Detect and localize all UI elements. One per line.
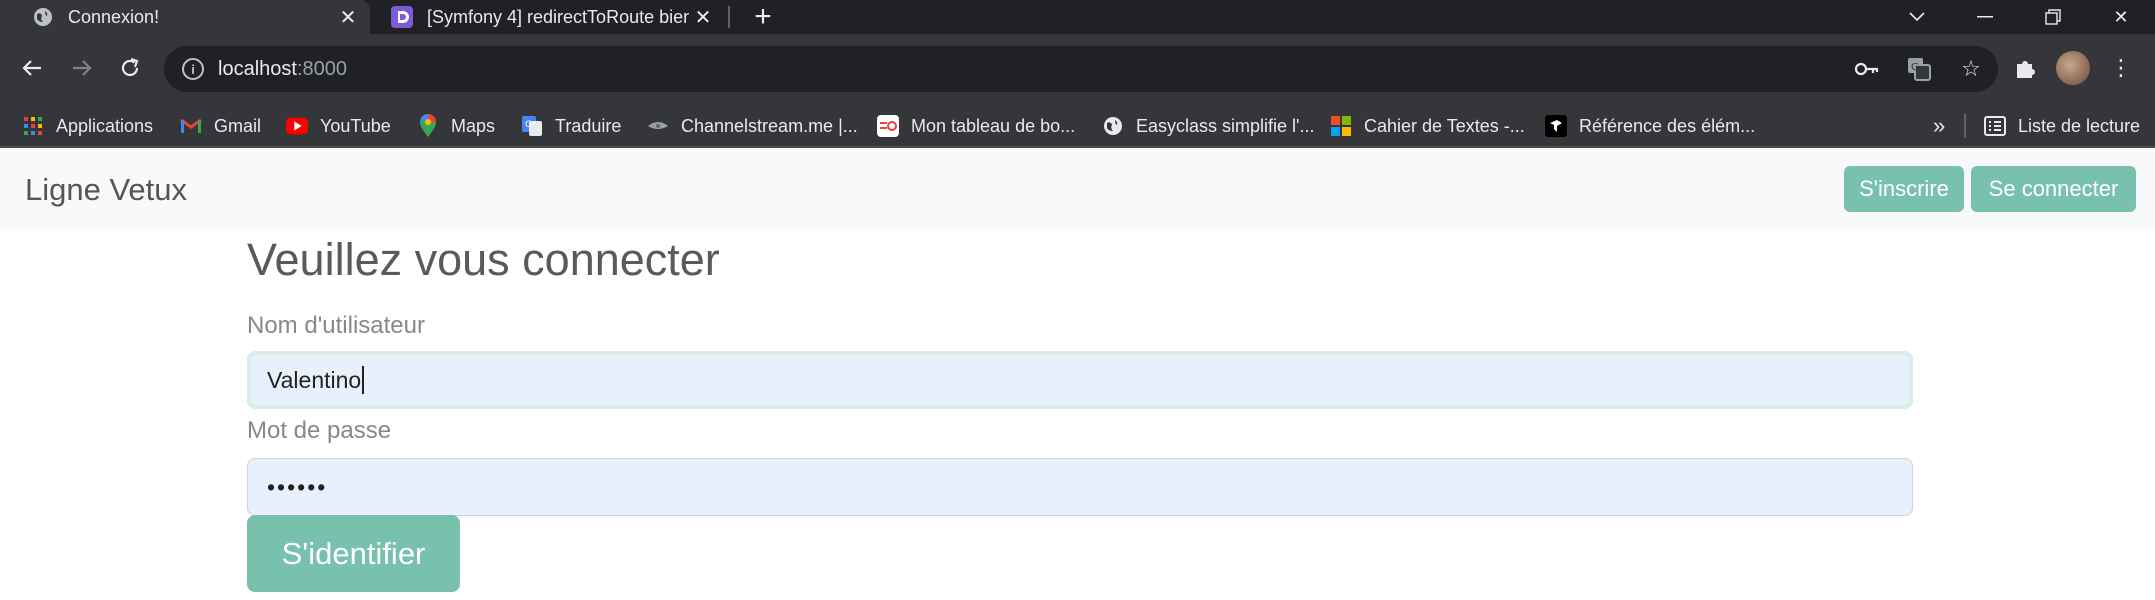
site-info-icon[interactable]: i xyxy=(182,58,204,80)
bookmark-channelstream[interactable]: Channelstream.me |... xyxy=(647,104,858,148)
tab-strip: Connexion! ✕ [Symfony 4] redirectToRoute… xyxy=(0,0,2155,34)
bookmark-label: Maps xyxy=(451,115,496,136)
bookmark-tableau[interactable]: Mon tableau de bo... xyxy=(877,104,1075,148)
address-bar-actions: G ☆ xyxy=(1852,46,1986,92)
youtube-icon xyxy=(286,115,308,137)
minimize-icon[interactable] xyxy=(1951,0,2019,34)
bookmark-label: Référence des élém... xyxy=(1579,115,1756,136)
back-icon[interactable] xyxy=(12,48,52,88)
bookmark-traduire[interactable]: G Traduire xyxy=(521,104,621,148)
tab-separator xyxy=(728,6,730,28)
address-bar[interactable]: i localhost :8000 G ☆ xyxy=(164,46,1998,92)
tab-title: Connexion! xyxy=(68,6,160,27)
key-icon[interactable] xyxy=(1852,54,1882,84)
svg-text:G: G xyxy=(525,120,532,130)
password-value: •••••• xyxy=(267,473,328,500)
channelstream-icon xyxy=(647,115,669,137)
close-window-icon[interactable]: ✕ xyxy=(2087,0,2155,34)
reading-list-button[interactable]: Liste de lecture xyxy=(1984,104,2140,148)
bookmark-easyclass[interactable]: Easyclass simplifie l'... xyxy=(1102,104,1314,148)
toolbar-right: ⋮ xyxy=(2010,48,2136,88)
bookmark-label: Channelstream.me |... xyxy=(681,115,858,136)
gmail-icon xyxy=(180,115,202,137)
forward-icon[interactable] xyxy=(62,48,102,88)
extensions-puzzle-icon[interactable] xyxy=(2010,53,2040,83)
bookmark-gmail[interactable]: Gmail xyxy=(180,104,261,148)
tab-symfony[interactable]: [Symfony 4] redirectToRoute bien ✕ xyxy=(375,0,725,34)
login-nav-button[interactable]: Se connecter xyxy=(1971,166,2136,212)
url-host: localhost xyxy=(218,57,297,80)
bookmarks-divider xyxy=(1964,114,1966,138)
new-tab-icon[interactable]: + xyxy=(748,2,778,32)
username-input[interactable]: Valentino xyxy=(247,351,1913,409)
close-tab-icon[interactable]: ✕ xyxy=(689,3,717,31)
bookmark-applications[interactable]: Applications xyxy=(22,104,153,148)
url-port: :8000 xyxy=(296,57,347,80)
password-input[interactable]: •••••• xyxy=(247,458,1913,516)
dashboard-icon xyxy=(877,115,899,137)
username-label: Nom d'utilisateur xyxy=(247,312,425,339)
globe-icon xyxy=(32,6,54,28)
translate-icon: G xyxy=(521,115,543,137)
bookmark-label: Gmail xyxy=(214,115,262,136)
text-caret xyxy=(362,366,365,394)
bookmark-label: Mon tableau de bo... xyxy=(911,115,1076,136)
password-label: Mot de passe xyxy=(247,417,392,444)
close-tab-icon[interactable]: ✕ xyxy=(334,3,362,31)
bookmark-label: Applications xyxy=(56,115,154,136)
bookmark-label: Easyclass simplifie l'... xyxy=(1136,115,1315,136)
bookmark-label: Traduire xyxy=(555,115,622,136)
signup-button[interactable]: S'inscrire xyxy=(1844,166,1964,212)
bookmark-reference[interactable]: Référence des élém... xyxy=(1545,104,1755,148)
bookmark-maps[interactable]: Maps xyxy=(417,104,495,148)
bookmarks-overflow-chevron[interactable]: » xyxy=(1933,104,1945,148)
globe-icon xyxy=(1102,115,1124,137)
reload-icon[interactable] xyxy=(110,48,150,88)
star-bookmark-icon[interactable]: ☆ xyxy=(1956,54,1986,84)
submit-login-button[interactable]: S'identifier xyxy=(247,515,460,592)
window-controls: ✕ xyxy=(1883,0,2155,34)
tab-title: [Symfony 4] redirectToRoute bien xyxy=(427,6,689,27)
symfony-favicon-icon xyxy=(391,6,413,28)
microsoft-icon xyxy=(1330,115,1352,137)
page-title: Veuillez vous connecter xyxy=(247,234,720,285)
reading-list-label: Liste de lecture xyxy=(2018,115,2141,136)
browser-toolbar: i localhost :8000 G ☆ ⋮ xyxy=(0,34,2155,104)
bookmark-cahier[interactable]: Cahier de Textes -... xyxy=(1330,104,1525,148)
maps-pin-icon xyxy=(417,114,439,137)
tab-search-icon[interactable] xyxy=(1883,0,1951,34)
brand-logo[interactable]: Ligne Vetux xyxy=(25,172,187,208)
site-navbar: Ligne Vetux S'inscrire Se connecter xyxy=(0,148,2155,231)
menu-kebab-icon[interactable]: ⋮ xyxy=(2106,53,2136,83)
svg-text:G: G xyxy=(1911,62,1919,73)
username-value: Valentino xyxy=(267,366,362,393)
profile-avatar[interactable] xyxy=(2056,51,2090,85)
restore-icon[interactable] xyxy=(2019,0,2087,34)
bookmark-youtube[interactable]: YouTube xyxy=(286,104,391,148)
apps-grid-icon xyxy=(22,115,44,137)
bookmark-label: Cahier de Textes -... xyxy=(1364,115,1525,136)
bookmarks-bar: Applications Gmail YouTube Maps G Tradui… xyxy=(0,104,2155,148)
bookmark-label: YouTube xyxy=(320,115,391,136)
reference-icon xyxy=(1545,115,1567,137)
translate-page-icon[interactable]: G xyxy=(1904,54,1934,84)
reading-list-icon xyxy=(1984,115,2006,137)
tab-connexion[interactable]: Connexion! ✕ xyxy=(0,0,370,34)
